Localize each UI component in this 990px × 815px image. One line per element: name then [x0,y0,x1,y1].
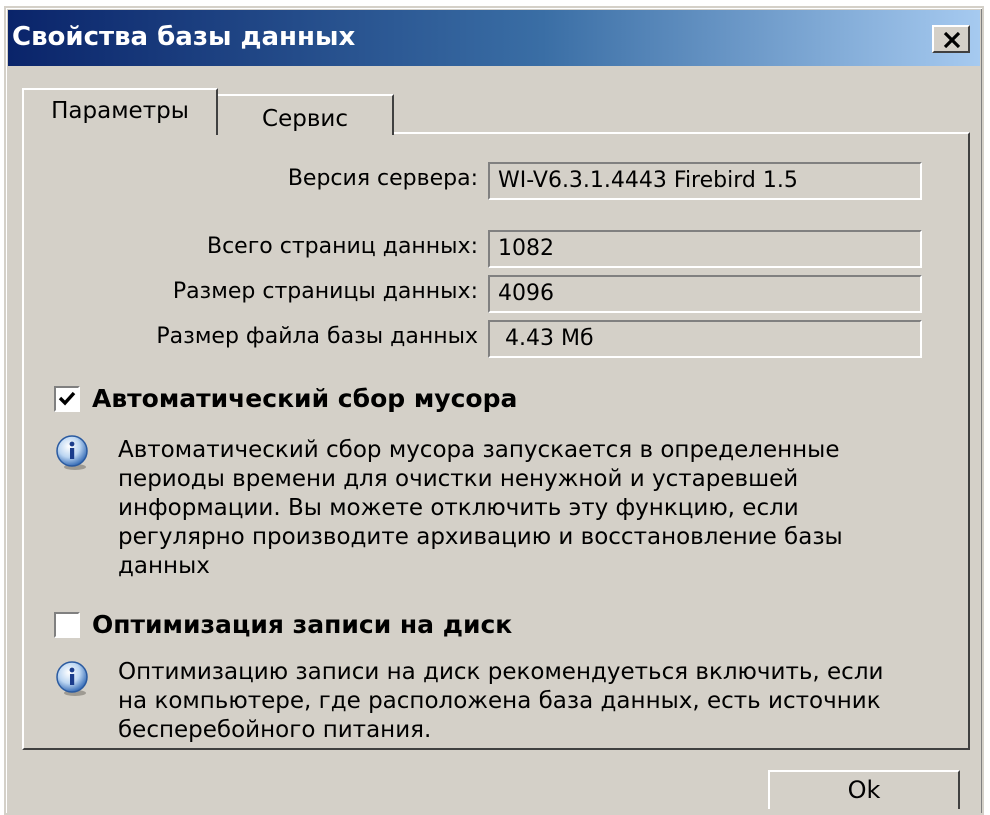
window-title: Свойства базы данных [12,22,356,52]
tab-parameters-label: Параметры [51,98,189,124]
tab-service[interactable]: Сервис [216,94,394,135]
server-version-field: WI-V6.3.1.4443 Firebird 1.5 [488,162,922,200]
ok-button-label: Ok [847,776,881,804]
ok-button[interactable]: Ok [768,770,960,809]
disk-write-optimization-info: Оптимизацию записи на диск рекомендуетьс… [118,659,884,743]
checkmark-icon [58,391,76,406]
info-icon [56,661,88,696]
garbage-collection-label[interactable]: Автоматический сбор мусора [92,384,517,413]
disk-write-optimization-checkbox[interactable] [54,612,80,638]
close-button[interactable] [932,25,970,53]
file-size-field: 4.43 Мб [488,320,922,358]
tab-service-label: Сервис [262,106,348,132]
disk-write-optimization-label[interactable]: Оптимизация записи на диск [92,610,512,639]
total-pages-label: Всего страниц данных: [206,234,478,259]
page-size-label: Размер страницы данных: [172,279,478,304]
title-bar[interactable]: Свойства базы данных [8,10,980,66]
close-icon [943,32,961,48]
info-icon [56,435,88,470]
file-size-label: Размер файла базы данных [156,324,478,349]
garbage-collection-info: Автоматический сбор мусора запускается в… [118,437,843,579]
server-version-label: Версия сервера: [287,166,478,191]
garbage-collection-checkbox[interactable] [54,386,80,412]
database-properties-dialog: Свойства базы данных Параметры Сервис Ве… [4,6,984,815]
total-pages-field: 1082 [488,230,922,268]
page-size-field: 4096 [488,275,922,313]
tab-parameters[interactable]: Параметры [22,88,218,135]
